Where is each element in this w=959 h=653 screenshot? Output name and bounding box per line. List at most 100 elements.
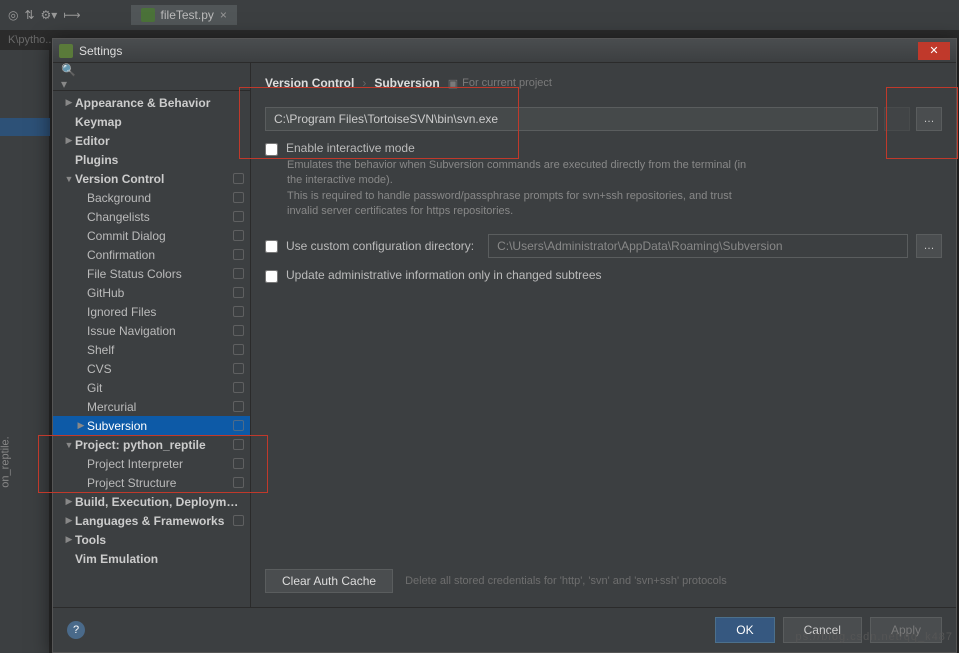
tree-item-vim-emulation[interactable]: Vim Emulation — [53, 549, 250, 568]
tree-arrow-icon — [63, 534, 75, 545]
dialog-footer: ? OK Cancel Apply — [53, 607, 956, 652]
tree-item-label: Commit Dialog — [87, 229, 229, 243]
clear-auth-desc: Delete all stored credentials for 'http'… — [405, 575, 727, 587]
tree-item-version-control[interactable]: Version Control — [53, 169, 250, 188]
tree-item-project-interpreter[interactable]: Project Interpreter — [53, 454, 250, 473]
tree-item-languages-frameworks[interactable]: Languages & Frameworks — [53, 511, 250, 530]
chevron-right-icon: › — [362, 76, 366, 90]
tree-item-label: Vim Emulation — [75, 552, 244, 566]
tree-item-tools[interactable]: Tools — [53, 530, 250, 549]
tree-item-label: Subversion — [87, 419, 229, 433]
tree-item-label: GitHub — [87, 286, 229, 300]
tree-item-commit-dialog[interactable]: Commit Dialog — [53, 226, 250, 245]
update-admin-label: Update administrative information only i… — [286, 268, 602, 282]
crumb-root: Version Control — [265, 76, 354, 90]
use-custom-config-dir-checkbox[interactable] — [265, 240, 278, 253]
dialog-titlebar: Settings ✕ — [53, 39, 956, 63]
collapse-icon[interactable]: ⟼ — [63, 8, 80, 22]
project-scope-icon — [233, 363, 244, 374]
project-scope-icon — [233, 268, 244, 279]
tree-item-label: Keymap — [75, 115, 244, 129]
tree-item-background[interactable]: Background — [53, 188, 250, 207]
app-icon — [59, 44, 73, 58]
target-icon[interactable]: ◎ — [8, 8, 18, 22]
tree-item-label: Background — [87, 191, 229, 205]
svn-executable-path-input[interactable] — [265, 107, 878, 131]
tree-item-label: Build, Execution, Deployment — [75, 495, 244, 509]
project-scope-icon — [233, 173, 244, 184]
tree-item-subversion[interactable]: Subversion — [53, 416, 250, 435]
tree-arrow-icon — [63, 440, 75, 450]
tree-item-label: CVS — [87, 362, 229, 376]
update-admin-checkbox[interactable] — [265, 270, 278, 283]
tree-item-label: Project Structure — [87, 476, 229, 490]
editor-tab-filetest[interactable]: fileTest.py × — [131, 5, 237, 25]
tree-item-git[interactable]: Git — [53, 378, 250, 397]
tree-item-label: Ignored Files — [87, 305, 229, 319]
cancel-button[interactable]: Cancel — [783, 617, 862, 643]
tree-item-issue-navigation[interactable]: Issue Navigation — [53, 321, 250, 340]
apply-button[interactable]: Apply — [870, 617, 942, 643]
tree-item-label: Mercurial — [87, 400, 229, 414]
python-file-icon — [141, 8, 155, 22]
enable-interactive-label: Enable interactive mode — [286, 141, 415, 155]
tree-item-build-execution-deployment[interactable]: Build, Execution, Deployment — [53, 492, 250, 511]
tree-item-label: Issue Navigation — [87, 324, 229, 338]
tree-item-keymap[interactable]: Keymap — [53, 112, 250, 131]
tree-item-shelf[interactable]: Shelf — [53, 340, 250, 359]
settings-search-row: 🔍▾ — [53, 63, 250, 91]
tree-arrow-icon — [63, 135, 75, 146]
project-scope-icon — [233, 287, 244, 298]
project-scope-icon — [233, 306, 244, 317]
dialog-close-button[interactable]: ✕ — [918, 42, 950, 60]
tree-item-label: Plugins — [75, 153, 244, 167]
clear-auth-cache-button[interactable]: Clear Auth Cache — [265, 569, 393, 593]
tree-item-github[interactable]: GitHub — [53, 283, 250, 302]
browse-config-dir-button[interactable]: … — [916, 234, 942, 258]
close-icon[interactable]: × — [220, 8, 227, 22]
structure-icon[interactable]: ⇅ — [24, 8, 34, 22]
clear-path-button[interactable] — [884, 107, 910, 131]
tree-item-project-structure[interactable]: Project Structure — [53, 473, 250, 492]
custom-config-dir-input[interactable] — [488, 234, 908, 258]
tree-item-file-status-colors[interactable]: File Status Colors — [53, 264, 250, 283]
ok-button[interactable]: OK — [715, 617, 774, 643]
tree-item-confirmation[interactable]: Confirmation — [53, 245, 250, 264]
tree-item-project-python-reptile[interactable]: Project: python_reptile — [53, 435, 250, 454]
gear-icon[interactable]: ⚙▾ — [41, 8, 58, 22]
tree-item-label: Languages & Frameworks — [75, 514, 229, 528]
tree-item-label: Editor — [75, 134, 244, 148]
settings-sidebar: 🔍▾ Appearance & Behavior Keymap Editor Plug… — [53, 63, 251, 607]
project-scope-icon — [233, 192, 244, 203]
tree-arrow-icon — [75, 420, 87, 431]
project-scope-icon — [233, 401, 244, 412]
tree-item-appearance-behavior[interactable]: Appearance & Behavior — [53, 93, 250, 112]
project-scope-icon: ▣ — [448, 77, 458, 90]
tree-item-editor[interactable]: Editor — [53, 131, 250, 150]
project-scope-icon — [233, 211, 244, 222]
content-breadcrumb: Version Control › Subversion ▣For curren… — [265, 73, 942, 93]
tree-item-changelists[interactable]: Changelists — [53, 207, 250, 226]
crumb-leaf: Subversion — [374, 76, 439, 90]
tree-item-label: Git — [87, 381, 229, 395]
tree-item-label: Changelists — [87, 210, 229, 224]
tree-item-label: Shelf — [87, 343, 229, 357]
use-custom-config-dir-label: Use custom configuration directory: — [286, 239, 474, 253]
project-scope-icon — [233, 458, 244, 469]
help-button[interactable]: ? — [67, 621, 85, 639]
tree-item-label: File Status Colors — [87, 267, 229, 281]
tree-arrow-icon — [63, 97, 75, 108]
enable-interactive-checkbox[interactable] — [265, 143, 278, 156]
project-scope-icon — [233, 344, 244, 355]
tree-item-cvs[interactable]: CVS — [53, 359, 250, 378]
tree-item-ignored-files[interactable]: Ignored Files — [53, 302, 250, 321]
settings-tree: Appearance & Behavior Keymap Editor Plugins… — [53, 91, 250, 607]
selected-tool-indicator — [0, 118, 50, 136]
tree-item-mercurial[interactable]: Mercurial — [53, 397, 250, 416]
search-icon: 🔍▾ — [61, 63, 79, 91]
settings-search-input[interactable] — [83, 70, 242, 84]
tree-item-label: Project Interpreter — [87, 457, 229, 471]
tree-item-plugins[interactable]: Plugins — [53, 150, 250, 169]
project-scope-icon — [233, 382, 244, 393]
browse-path-button[interactable]: … — [916, 107, 942, 131]
